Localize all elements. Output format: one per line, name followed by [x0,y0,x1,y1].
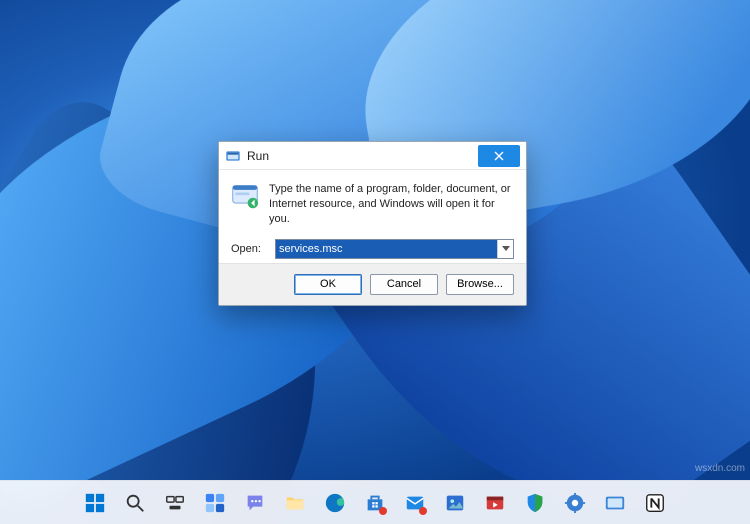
movies-icon [484,492,506,514]
taskbar-item-file-explorer[interactable] [278,486,312,520]
notification-badge-icon [419,507,427,515]
taskbar-item-start[interactable] [78,486,112,520]
search-icon [124,492,146,514]
photos-icon [444,492,466,514]
run-prompt-icon [231,182,259,210]
taskbar-item-run[interactable] [598,486,632,520]
notion-icon [644,492,666,514]
notification-badge-icon [379,507,387,515]
taskbar-items [78,486,672,520]
ok-button[interactable]: OK [294,274,362,295]
cancel-button[interactable]: Cancel [370,274,438,295]
taskbar [0,480,750,524]
edge-icon [324,492,346,514]
run-dialog: Run Type the name of a program, folder, … [218,141,527,306]
run-title: Run [247,149,478,163]
taskbar-item-photos[interactable] [438,486,472,520]
taskbar-item-settings[interactable] [558,486,592,520]
taskbar-item-search[interactable] [118,486,152,520]
browse-button[interactable]: Browse... [446,274,514,295]
watermark-text: wsxdn.com [695,463,745,474]
task-view-icon [164,492,186,514]
run-button-row: OK Cancel Browse... [219,263,526,305]
run-app-icon [225,148,241,164]
taskbar-item-security[interactable] [518,486,552,520]
taskbar-item-movies-tv[interactable] [478,486,512,520]
chevron-down-icon [502,246,510,251]
shield-icon [524,492,546,514]
open-input[interactable] [276,240,497,258]
open-label: Open: [231,243,265,255]
run-titlebar[interactable]: Run [219,142,526,170]
taskbar-item-widgets[interactable] [198,486,232,520]
chat-icon [244,492,266,514]
widgets-icon [204,492,226,514]
taskbar-item-store[interactable] [358,486,392,520]
windows-logo-icon [84,492,106,514]
close-icon [494,151,504,161]
taskbar-item-notion[interactable] [638,486,672,520]
taskbar-item-chat[interactable] [238,486,272,520]
combobox-dropdown-button[interactable] [497,240,513,258]
close-button[interactable] [478,145,520,167]
taskbar-item-task-view[interactable] [158,486,192,520]
folder-icon [284,492,306,514]
taskbar-item-mail[interactable] [398,486,432,520]
run-description: Type the name of a program, folder, docu… [269,182,514,227]
open-combobox[interactable] [275,239,514,259]
settings-icon [564,492,586,514]
taskbar-item-edge[interactable] [318,486,352,520]
run-icon [604,492,626,514]
